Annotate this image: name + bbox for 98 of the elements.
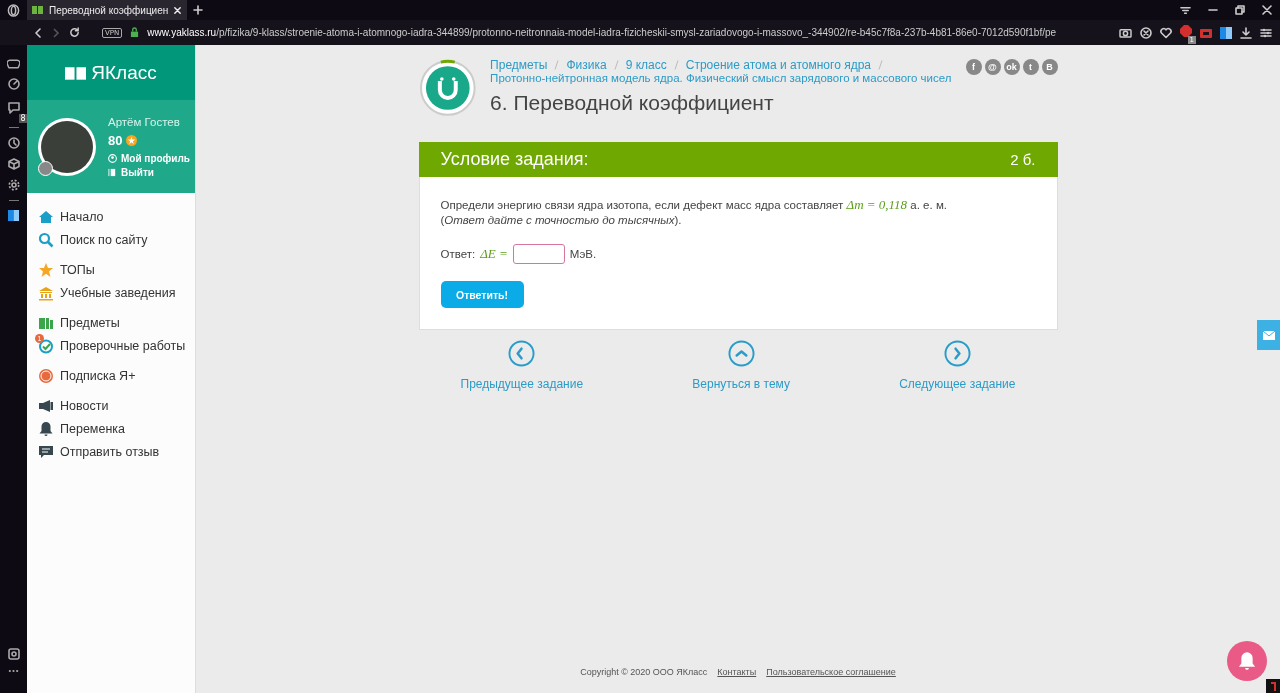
bell-icon [1237, 651, 1257, 671]
checkmark-circle-icon [38, 338, 54, 354]
menu-link[interactable]: Предметы [60, 316, 120, 330]
menu-link[interactable]: Учебные заведения [60, 286, 176, 300]
megaphone-icon [38, 398, 54, 414]
window-icon [7, 648, 20, 660]
download-icon [1240, 26, 1252, 39]
user-name[interactable]: Артём Гостев [108, 115, 191, 128]
forward-icon [51, 27, 61, 38]
social-share-button[interactable]: B [1041, 59, 1058, 75]
gamepad-icon [7, 59, 20, 69]
answer-field[interactable] [512, 244, 565, 264]
score: 80 [108, 132, 123, 148]
footer-link[interactable]: Пользовательское соглашение [766, 667, 896, 677]
bell-icon [38, 421, 54, 437]
camera-icon [1119, 27, 1132, 38]
building-icon [38, 285, 54, 301]
social-share-button[interactable]: ok [1003, 59, 1020, 75]
notification-count: 8 [19, 114, 27, 123]
back-icon [33, 27, 43, 38]
menu-link[interactable]: Переменка [60, 422, 125, 436]
book-icon [32, 5, 44, 15]
browser-tab[interactable]: Переводной коэффициен [27, 0, 188, 20]
submit-button[interactable]: Ответить! [440, 281, 524, 308]
social-share-button[interactable]: t [1022, 59, 1039, 75]
menu-link[interactable]: Поиск по сайту [60, 233, 148, 247]
translate-icon [1220, 26, 1232, 39]
lock-icon [130, 27, 140, 38]
separator-icon [673, 60, 679, 70]
separator-icon [878, 60, 883, 70]
unit-label: МэВ. [569, 248, 597, 260]
subscription-icon [38, 368, 54, 384]
menu-link[interactable]: Подписка Я+ [60, 369, 136, 383]
task-progress-icon [418, 59, 477, 117]
clock-icon [7, 137, 20, 149]
search-icon [38, 232, 54, 248]
menu-link[interactable]: Новости [60, 399, 109, 413]
speedometer-icon [7, 78, 20, 90]
door-icon [108, 167, 117, 177]
ring-logo-icon [7, 3, 20, 17]
answer-hint: (Ответ дайте с точностью до тысячных). [440, 213, 683, 228]
feedback-button[interactable] [1257, 320, 1280, 350]
cube-icon [7, 158, 20, 170]
close-icon [1261, 5, 1272, 15]
notifications-button[interactable] [1227, 641, 1267, 681]
question-text: Определи энергию связи ядра изотопа, если дефект масс ядра составляет Δm = 0,118 а. е. м. [440, 197, 948, 213]
books-icon [38, 315, 54, 331]
translate-icon [8, 210, 19, 221]
book-logo-icon [65, 65, 87, 80]
blocked-icon [1140, 26, 1152, 39]
formula: ΔE = [480, 246, 508, 262]
breadcrumb-link[interactable]: Физика [566, 58, 607, 72]
separator-icon [613, 60, 619, 70]
address-bar[interactable]: www.yaklass.ru/p/fizika/9-klass/stroenie-atoma-i-atomnogo-iadra-344899/protonno-neitronnaia-model-iadra-fizicheskii-smysl-zariadovogo-i-massovo_-344902/re-b45c7f8a-237b-4b81-86e0-7012d590f1bf/pe [147, 27, 1111, 38]
star-icon [38, 262, 54, 278]
copyright-text: Copyright © 2020 ООО ЯКласс [580, 667, 708, 677]
more-icon [8, 669, 19, 673]
site-logo[interactable]: ЯКласс [91, 61, 157, 84]
social-share-button[interactable]: f [965, 59, 982, 75]
corner-flag-icon [1266, 679, 1280, 693]
answer-label: Ответ: [440, 248, 476, 260]
breadcrumb-link[interactable]: 9 класс [625, 58, 667, 72]
breadcrumb-link[interactable]: Протонно-нейтронная модель ядра. Физический смысл зарядового и массового чисел [490, 72, 952, 85]
breadcrumb-link[interactable]: Строение атома и атомного ядра [685, 58, 871, 72]
navigation-link[interactable]: Предыдущее задание [460, 377, 584, 391]
extension-icon [1200, 26, 1212, 39]
heart-icon [1160, 26, 1172, 39]
restore-icon [1234, 5, 1245, 15]
settings-icon [7, 179, 20, 191]
reload-icon [69, 27, 80, 38]
new-tab-icon [193, 5, 204, 15]
coin-star-icon [126, 134, 138, 146]
menu-link[interactable]: Начало [60, 210, 104, 224]
navigation-link[interactable]: Вернуться в тему [692, 377, 790, 391]
separator-icon [554, 60, 560, 70]
minimize-icon [1207, 9, 1218, 11]
user-link[interactable]: Выйти [121, 166, 154, 178]
chat-icon [7, 102, 20, 114]
task-header-title: Условие задания: [440, 149, 589, 170]
home-icon [38, 209, 54, 225]
social-share-button[interactable]: @ [984, 59, 1001, 75]
tab-menu-icon [1180, 4, 1191, 16]
footer-link[interactable]: Контакты [717, 667, 757, 677]
breadcrumb-link[interactable]: Предметы [490, 58, 548, 72]
page-title: 6. Переводной коэффициент [490, 91, 775, 115]
user-link[interactable]: Мой профиль [121, 152, 191, 164]
avatar[interactable] [38, 117, 96, 176]
navigation-link[interactable]: Следующее задание [899, 377, 1016, 391]
settings-icon [1260, 26, 1272, 39]
points: 2 б. [1010, 151, 1036, 168]
menu-link[interactable]: ТОПы [60, 263, 95, 277]
close-icon [173, 5, 183, 15]
chat-icon [38, 444, 54, 460]
menu-link[interactable]: Отправить отзыв [60, 445, 160, 459]
envelope-icon [1262, 330, 1275, 340]
user-circle-icon [108, 153, 117, 163]
stop-sign-icon [1180, 25, 1192, 37]
menu-link[interactable]: Проверочные работы [60, 339, 186, 353]
